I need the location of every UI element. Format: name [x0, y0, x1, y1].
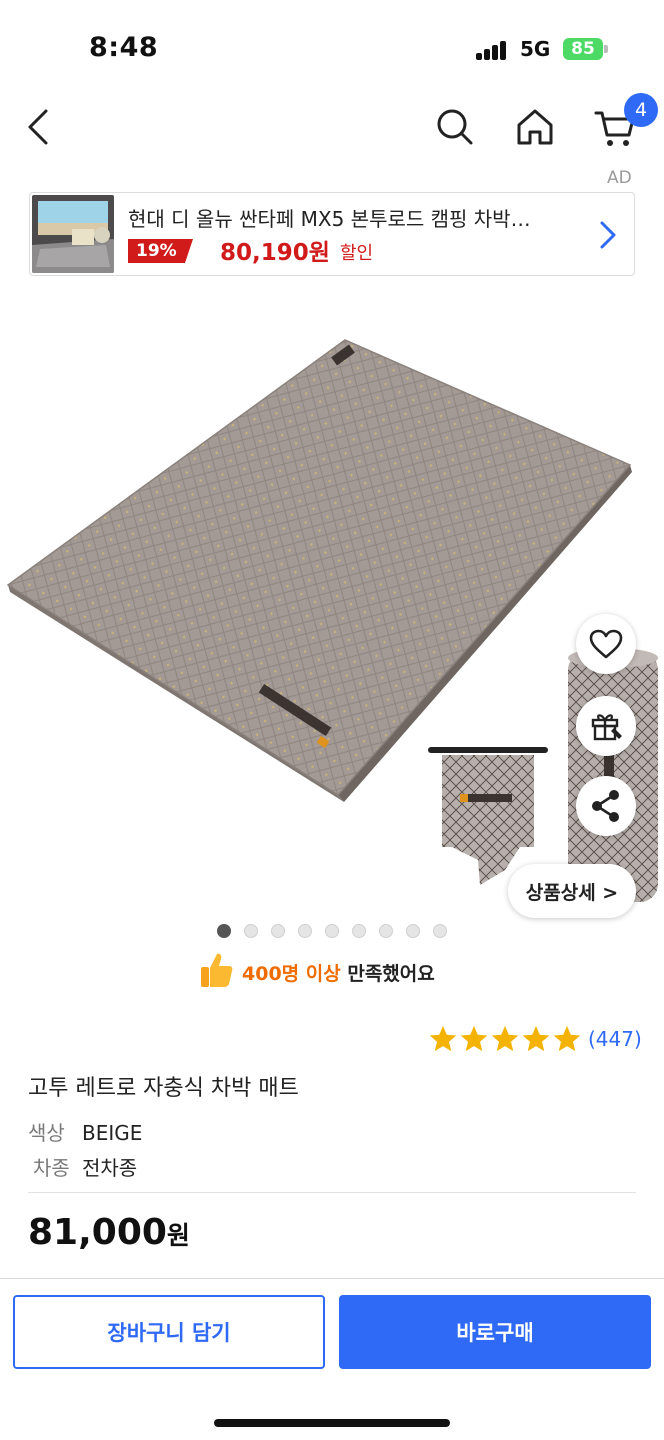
star-icon	[429, 1025, 457, 1052]
thumbs-up-icon	[198, 951, 234, 993]
gallery-dot[interactable]	[325, 924, 339, 938]
option-value: BEIGE	[82, 1121, 143, 1145]
product-name: 고투 레트로 자충식 차박 매트	[28, 1076, 299, 1101]
ad-label: AD	[607, 168, 632, 188]
review-count[interactable]: (447)	[588, 1027, 642, 1051]
ad-thumbnail	[32, 195, 114, 273]
gallery-dot[interactable]	[406, 924, 420, 938]
star-icon	[491, 1025, 519, 1052]
satisfaction-text: 400명 이상 만족했어요	[242, 959, 435, 986]
gallery-dots	[0, 924, 664, 938]
network-label: 5G	[520, 37, 551, 61]
option-row-color: 색상 BEIGE	[28, 1117, 142, 1146]
divider	[28, 1192, 636, 1193]
back-chevron-icon[interactable]	[14, 102, 64, 152]
star-icon	[553, 1025, 581, 1052]
heart-icon[interactable]	[576, 614, 636, 674]
ad-sale-text: 할인	[340, 243, 374, 264]
ad-price: 80,190원	[220, 240, 330, 266]
ad-title: 현대 디 올뉴 싼타페 MX5 본투로드 캠핑 차박…	[128, 207, 531, 231]
battery-cap	[604, 45, 608, 53]
gallery-dot[interactable]	[298, 924, 312, 938]
ad-discount-badge: 19%	[128, 239, 193, 263]
gallery-dot[interactable]	[352, 924, 366, 938]
cellular-signal-icon	[476, 40, 508, 60]
top-nav	[0, 96, 664, 160]
bottom-action-bar: 장바구니 담기 바로구매	[0, 1278, 664, 1440]
star-icon	[522, 1025, 550, 1052]
gift-icon[interactable]	[576, 696, 636, 756]
gallery-dot[interactable]	[217, 924, 231, 938]
satisfaction-suffix: 만족했어요	[340, 962, 435, 985]
cart-count-badge: 4	[624, 93, 658, 127]
search-icon[interactable]	[430, 102, 480, 152]
price-value: 81,000	[28, 1212, 167, 1253]
satisfaction-highlight: 400명 이상	[242, 962, 341, 985]
product-price: 81,000원	[28, 1212, 190, 1253]
share-icon[interactable]	[576, 776, 636, 836]
product-detail-button[interactable]: 상품상세 >	[508, 864, 636, 918]
battery-level: 85	[571, 39, 595, 59]
status-time: 8:48	[89, 32, 159, 63]
gallery-dot[interactable]	[433, 924, 447, 938]
price-unit: 원	[166, 1221, 190, 1250]
gallery-dot[interactable]	[244, 924, 258, 938]
product-image[interactable]	[0, 300, 664, 910]
star-icon	[460, 1025, 488, 1052]
rating-row[interactable]: (447)	[428, 1024, 642, 1054]
battery-charging-icon: 85	[563, 38, 603, 60]
option-value: 전차종	[82, 1156, 138, 1180]
option-row-vehicle: 차종 전차종	[28, 1152, 137, 1181]
add-to-cart-button[interactable]: 장바구니 담기	[13, 1295, 325, 1369]
option-label: 색상	[28, 1121, 65, 1145]
home-icon[interactable]	[510, 102, 560, 152]
chevron-right-icon	[596, 219, 620, 251]
satisfaction-banner: 400명 이상 만족했어요	[198, 952, 435, 992]
gallery-dot[interactable]	[379, 924, 393, 938]
buy-now-button[interactable]: 바로구매	[339, 1295, 651, 1369]
status-bar: 8:48 5G 85	[0, 0, 664, 96]
option-label: 차종	[33, 1156, 70, 1180]
gallery-dot[interactable]	[271, 924, 285, 938]
ad-banner[interactable]: 현대 디 올뉴 싼타페 MX5 본투로드 캠핑 차박… 19% 80,190원 …	[29, 192, 635, 276]
home-indicator	[214, 1419, 450, 1427]
